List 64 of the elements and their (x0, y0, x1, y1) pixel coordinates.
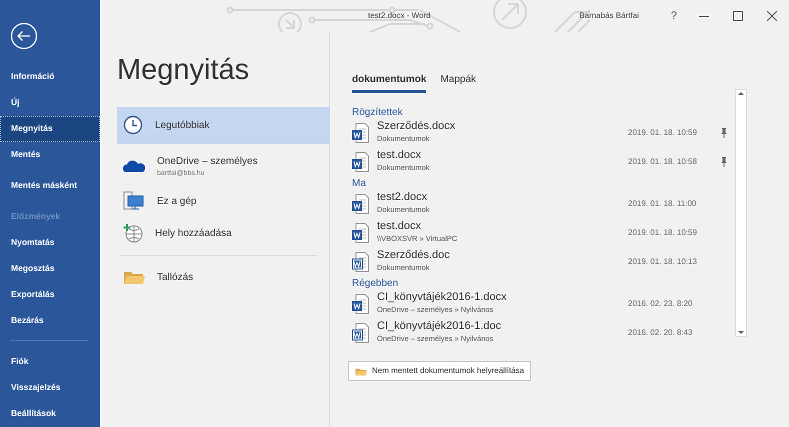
file-name: CI_könyvtájék2016-1.docx (377, 292, 508, 304)
place-label: Ez a gép (157, 194, 196, 208)
document-icon (352, 194, 369, 214)
document-icon (352, 322, 369, 342)
file-date: 2019. 01. 18. 10:58 (628, 156, 698, 168)
file-name: Szerződés.docx (377, 121, 456, 133)
place-label: Tallózás (157, 270, 194, 284)
sidebar-item[interactable]: Mentés (0, 142, 100, 168)
cloud-icon (123, 159, 145, 174)
sidebar-item[interactable]: Megosztás (0, 256, 100, 282)
group-heading: Ma (352, 178, 367, 189)
document-icon (352, 152, 369, 172)
sidebar-item[interactable]: Fiók (0, 349, 100, 375)
help-button[interactable]: ? (660, 8, 687, 24)
window-title: test2.docx - Word (368, 10, 431, 22)
user-name: Barnabás Bártfai (579, 10, 639, 22)
group-heading: Régebben (352, 278, 400, 289)
globe-plus-icon (123, 223, 143, 243)
page-title: Megnyitás (117, 53, 250, 88)
document-icon (352, 122, 369, 142)
file-date: 2019. 01. 18. 10:59 (628, 226, 698, 238)
place-item[interactable]: Hely hozzáadása (117, 217, 330, 249)
tab[interactable]: dokumentumok (352, 72, 426, 93)
recover-button[interactable]: Nem mentett dokumentumok helyreállítása (348, 361, 532, 381)
file-date: 2019. 01. 18. 10:13 (628, 256, 698, 268)
computer-icon (123, 191, 145, 211)
file-date: 2019. 01. 18. 11:00 (628, 198, 698, 210)
folder-icon (355, 366, 367, 376)
place-item[interactable]: Ez a gép (117, 185, 330, 217)
sidebar-item[interactable]: Bezárás (0, 308, 100, 334)
pin-icon[interactable] (720, 128, 730, 138)
pin-icon[interactable] (720, 156, 730, 166)
place-label: Legutóbbiak (155, 118, 210, 132)
document-icon (352, 222, 369, 242)
sidebar-item[interactable]: Új (0, 90, 100, 116)
file-date: 2019. 01. 18. 10:59 (628, 126, 698, 138)
file-date: 2016. 02. 20. 8:43 (628, 326, 694, 338)
scroll-up-icon[interactable] (738, 90, 744, 96)
document-icon (352, 294, 369, 314)
document-icon (352, 252, 369, 272)
sidebar-item[interactable]: Beállítások (0, 401, 100, 427)
file-name: Szerződés.doc (377, 250, 451, 262)
scrollbar[interactable] (735, 89, 747, 337)
sidebar-item[interactable]: Nyomtatás (0, 230, 100, 256)
back-icon[interactable] (10, 22, 38, 50)
file-name: test.docx (377, 221, 422, 233)
sidebar-item[interactable]: Megnyitás (0, 116, 100, 142)
place-label: Hely hozzáadása (155, 226, 232, 240)
sidebar-item[interactable]: Mentés másként (0, 168, 100, 204)
sidebar-item[interactable]: Információ (0, 64, 100, 90)
file-name: test2.docx (377, 192, 428, 204)
sidebar-item[interactable]: Exportálás (0, 282, 100, 308)
folder-icon (123, 269, 145, 285)
file-name: test.docx (377, 150, 422, 162)
file-name: CI_könyvtájék2016-1.doc (377, 321, 502, 333)
tab[interactable]: Mappák (440, 72, 476, 93)
sidebar-item[interactable]: Visszajelzés (0, 375, 100, 401)
browse-item[interactable]: Tallózás (117, 262, 330, 292)
place-item[interactable]: Legutóbbiak (117, 106, 330, 144)
scroll-down-icon[interactable] (738, 330, 744, 336)
file-date: 2016. 02. 23. 8:20 (628, 298, 694, 310)
place-label: OneDrive – személyes (157, 154, 258, 168)
clock-icon (123, 115, 143, 135)
group-heading: Rögzítettek (352, 107, 404, 118)
